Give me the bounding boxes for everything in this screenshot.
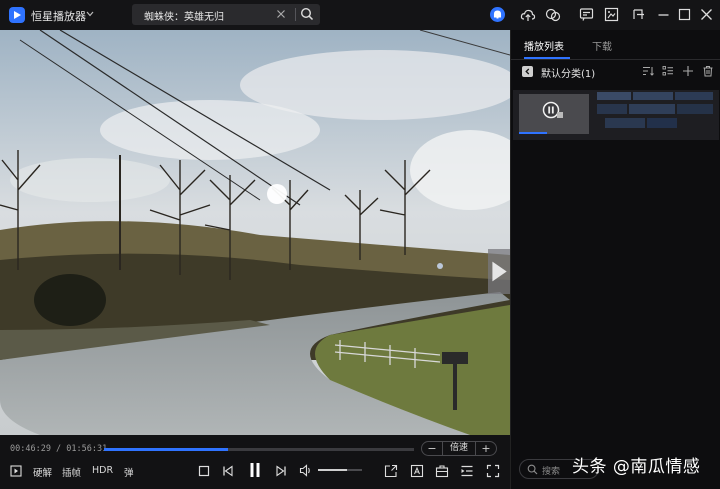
control-bar: 00:46:29 / 01:56:31 − 倍速 + 硬解 插帧 HDR 弹	[0, 435, 510, 489]
volume-slider[interactable]	[318, 469, 362, 471]
blurred-title	[597, 104, 627, 114]
search-input[interactable]: 蜘蛛侠：英雄无归	[144, 8, 224, 23]
close-icon[interactable]	[275, 8, 287, 20]
watermark-text: 头条 @南瓜情感	[572, 457, 701, 477]
list-icon[interactable]	[662, 65, 674, 77]
playlist-search-input[interactable]: 搜索	[542, 464, 560, 477]
app-name[interactable]: 恒星播放器	[31, 8, 86, 24]
blurred-title	[675, 92, 713, 100]
list-item[interactable]	[513, 90, 719, 140]
toolbox-icon[interactable]	[435, 464, 449, 478]
playlist-icon[interactable]	[460, 464, 474, 478]
playlist-sidebar: 播放列表 下载 默认分类(1) 搜索	[510, 30, 720, 489]
volume-fill	[318, 469, 347, 471]
video-frame[interactable]	[0, 30, 510, 435]
search-box[interactable]: 蜘蛛侠：英雄无归	[132, 4, 320, 25]
add-icon[interactable]	[682, 65, 694, 77]
play-mode-icon[interactable]	[10, 465, 22, 477]
delete-icon[interactable]	[702, 65, 714, 77]
hw-decode-button[interactable]: 硬解	[33, 465, 52, 479]
subtitle-icon[interactable]	[579, 7, 594, 22]
screenshot-icon[interactable]	[604, 7, 619, 22]
minimize-icon[interactable]	[656, 7, 671, 22]
speed-control: − 倍速 +	[421, 441, 497, 456]
prev-icon[interactable]	[222, 465, 234, 477]
danmaku-button[interactable]: 弹	[124, 465, 134, 479]
fullscreen-icon[interactable]	[486, 464, 500, 478]
pip-icon[interactable]	[384, 464, 398, 478]
blurred-title	[597, 92, 631, 100]
chevron-down-icon[interactable]	[86, 10, 94, 18]
volume-icon[interactable]	[299, 464, 313, 477]
blurred-title	[605, 118, 645, 128]
next-episode-tab[interactable]	[488, 249, 510, 294]
app-logo-icon[interactable]	[9, 7, 25, 23]
pause-icon[interactable]	[248, 462, 262, 478]
thumbnail-progress	[519, 132, 547, 134]
search-icon	[527, 464, 538, 475]
share-icon[interactable]	[545, 7, 561, 23]
next-icon	[492, 261, 507, 282]
blurred-title	[633, 92, 673, 100]
maximize-icon[interactable]	[677, 7, 692, 22]
next-track-icon[interactable]	[275, 465, 287, 477]
video-image	[0, 30, 510, 435]
progress-fill	[104, 448, 228, 451]
progress-bar[interactable]	[104, 448, 414, 451]
search-icon[interactable]	[300, 7, 314, 21]
chevron-left-icon[interactable]	[522, 66, 533, 77]
frame-interp-button[interactable]: 插帧	[62, 465, 81, 479]
tab-playlist[interactable]: 播放列表	[524, 38, 564, 53]
now-playing-icon	[540, 100, 566, 122]
category-title[interactable]: 默认分类(1)	[541, 65, 595, 80]
caption-icon[interactable]	[410, 464, 424, 478]
sort-icon[interactable]	[642, 65, 654, 77]
search-divider	[295, 8, 296, 21]
pin-icon[interactable]	[631, 7, 646, 22]
speed-decrease-button[interactable]: −	[422, 442, 442, 455]
tab-download[interactable]: 下载	[592, 38, 612, 53]
notification-icon[interactable]	[490, 7, 505, 22]
tab-divider	[511, 59, 720, 60]
blurred-title	[677, 104, 713, 114]
speed-increase-button[interactable]: +	[476, 442, 496, 455]
title-bar: 恒星播放器 蜘蛛侠：英雄无归	[0, 0, 720, 30]
speed-button[interactable]: 倍速	[442, 442, 476, 455]
upload-icon[interactable]	[520, 7, 536, 23]
close-window-icon[interactable]	[699, 7, 714, 22]
blurred-title	[647, 118, 677, 128]
stop-icon[interactable]	[198, 465, 210, 477]
time-display: 00:46:29 / 01:56:31	[10, 444, 108, 454]
hdr-button[interactable]: HDR	[92, 465, 113, 476]
blurred-title	[629, 104, 675, 114]
